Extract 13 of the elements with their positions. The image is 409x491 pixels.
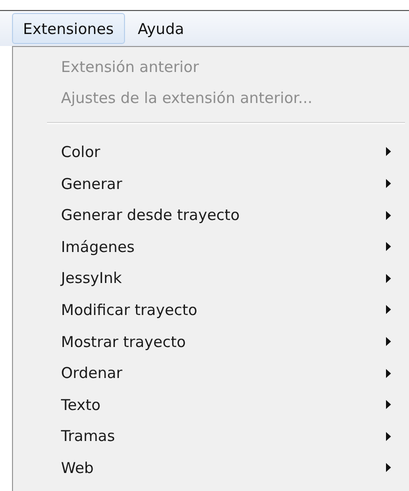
menu-item[interactable]: Color bbox=[13, 136, 409, 168]
menu-bar-item[interactable]: Extensiones bbox=[12, 13, 125, 44]
menu-item[interactable]: Texto bbox=[13, 388, 409, 421]
menu-item[interactable]: Mostrar trayecto bbox=[13, 326, 409, 358]
menu-item[interactable]: Tramas bbox=[13, 420, 409, 452]
menu-item[interactable]: Web bbox=[13, 452, 409, 484]
menu-item[interactable]: JessyInk bbox=[13, 262, 409, 294]
menu-item[interactable]: Generar desde trayecto bbox=[13, 199, 409, 231]
menu-item[interactable]: Ordenar bbox=[13, 357, 409, 389]
menu-item[interactable]: Imágenes bbox=[13, 230, 409, 263]
menu-item[interactable]: Generar bbox=[13, 168, 409, 200]
menu-item[interactable]: Modificar trayecto bbox=[13, 294, 409, 326]
menu-bar-item[interactable]: Ayuda bbox=[126, 13, 196, 44]
